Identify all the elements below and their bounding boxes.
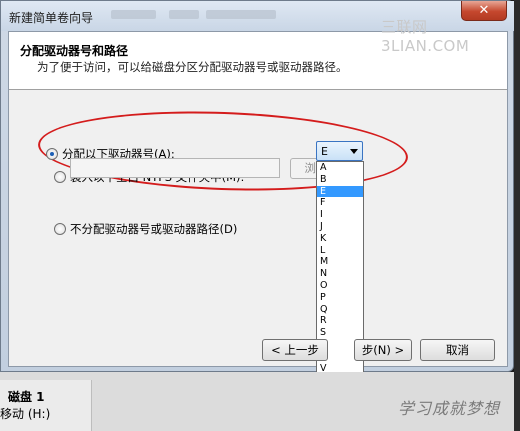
drive-letter-option[interactable]: L [317, 245, 363, 257]
drive-letter-option[interactable]: J [317, 221, 363, 233]
blurred-text [206, 10, 276, 19]
drive-letter-option[interactable]: S [317, 327, 363, 339]
drive-letter-option[interactable]: E [317, 185, 363, 198]
folder-path-input[interactable] [70, 158, 280, 178]
background-edge [514, 0, 520, 431]
blurred-text [169, 10, 199, 19]
drive-letter-option[interactable]: P [317, 292, 363, 304]
drive-letter-option[interactable]: B [317, 174, 363, 186]
watermark-text: 三联网 3LIAN.COM [381, 18, 470, 55]
drive-letter-option[interactable]: Q [317, 304, 363, 316]
radio-icon[interactable] [54, 171, 66, 183]
drive-letter-option[interactable]: F [317, 197, 363, 209]
disk-label: 磁盘 1 [8, 390, 45, 404]
disk-sublabel: 移动 (H:) [0, 407, 51, 421]
page-title: 分配驱动器号和路径 [20, 44, 129, 58]
radio-icon[interactable] [54, 223, 66, 235]
option-label: 不分配驱动器号或驱动器路径(D) [70, 222, 238, 236]
cancel-button[interactable]: 取消 [420, 339, 495, 361]
dialog-body: 分配驱动器号和路径 为了便于访问，可以给磁盘分区分配驱动器号或驱动器路径。 [8, 31, 508, 367]
drive-letter-dropdown[interactable]: E [316, 141, 363, 161]
next-button[interactable]: 步(N) > [354, 339, 412, 361]
drive-letter-option[interactable]: M [317, 256, 363, 268]
radio-checked-icon[interactable] [46, 148, 58, 160]
option-no-assign[interactable]: 不分配驱动器号或驱动器路径(D) [54, 221, 237, 237]
drive-letter-option[interactable]: R [317, 315, 363, 327]
blurred-text [111, 10, 156, 19]
chevron-down-icon[interactable] [350, 149, 358, 154]
window-title: 新建简单卷向导 [9, 11, 94, 25]
back-button[interactable]: < 上一步 [262, 339, 328, 361]
drive-letter-option[interactable]: A [317, 162, 363, 174]
drive-letter-option[interactable]: O [317, 280, 363, 292]
page-subtitle: 为了便于访问，可以给磁盘分区分配驱动器号或驱动器路径。 [37, 60, 348, 74]
drive-letter-option[interactable]: N [317, 268, 363, 280]
watermark-text: 学习成就梦想 [398, 399, 501, 418]
drive-letter-option[interactable]: I [317, 209, 363, 221]
dropdown-value: E [321, 145, 328, 158]
drive-letter-option[interactable]: K [317, 233, 363, 245]
